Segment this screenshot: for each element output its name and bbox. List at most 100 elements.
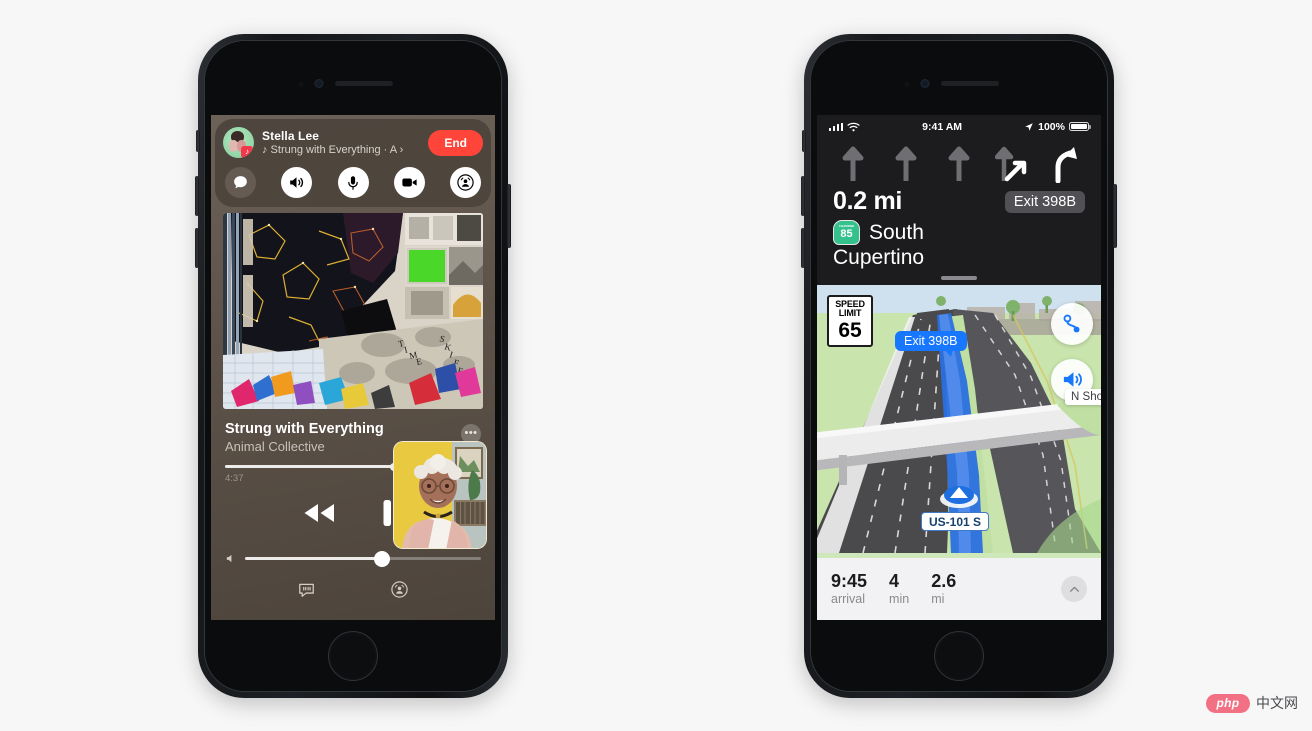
avatar: ♪ xyxy=(223,127,254,158)
power-button[interactable] xyxy=(507,184,511,248)
lane-straight-right xyxy=(992,141,1032,185)
lane-straight xyxy=(939,141,979,185)
location-arrow-icon xyxy=(1025,122,1033,131)
battery-icon xyxy=(1068,121,1091,132)
eta-duration-label: min xyxy=(889,591,910,606)
eta-arrival-label: arrival xyxy=(831,591,866,606)
earpiece-speaker xyxy=(335,81,393,86)
road-label: US-101 S xyxy=(921,512,990,531)
rewind-icon[interactable] xyxy=(302,502,336,529)
volume-down-button[interactable] xyxy=(801,228,805,268)
eta-distance-value: 2.6 xyxy=(931,571,957,592)
airplay-icon[interactable] xyxy=(390,580,409,604)
lane-guidance xyxy=(817,135,1101,185)
earpiece-speaker xyxy=(941,81,999,86)
video-camera-icon[interactable] xyxy=(393,167,425,198)
front-camera-icon xyxy=(920,79,930,88)
music-playing-screen: ♪ Stella Lee ♪ Strung with Everything · … xyxy=(211,115,495,620)
speaker-icon[interactable] xyxy=(281,167,313,198)
speed-limit-value: 65 xyxy=(838,318,862,342)
eta-distance-label: mi xyxy=(931,591,945,606)
battery-percent: 100% xyxy=(1038,120,1065,133)
front-camera-icon xyxy=(314,79,324,88)
eta-duration-value: 4 xyxy=(889,571,900,592)
route-overview-button[interactable] xyxy=(1051,302,1093,345)
eta-arrival: 9:45 arrival xyxy=(831,572,867,606)
proximity-sensor-icon xyxy=(904,82,910,87)
status-time: 9:41 AM xyxy=(922,120,963,133)
volume-slider[interactable] xyxy=(225,550,481,567)
phone-body-right: 9:41 AM 100% 0.2 mi Exit 398B CALIFORNIA… xyxy=(810,40,1108,692)
volume-knob[interactable] xyxy=(373,550,390,567)
route-direction: South xyxy=(869,220,924,244)
expand-chevron-icon[interactable] xyxy=(1061,576,1087,602)
lane-straight xyxy=(833,141,873,185)
facetime-controls-row xyxy=(223,167,483,198)
maps-navigation-screen: 9:41 AM 100% 0.2 mi Exit 398B CALIFORNIA… xyxy=(817,115,1101,620)
lane-straight xyxy=(886,141,926,185)
watermark: php 中文网 xyxy=(1206,693,1298,713)
top-bezel xyxy=(811,41,1107,115)
transport-controls xyxy=(211,441,495,549)
shareplay-subtitle: ♪ Strung with Everything · A › xyxy=(262,144,404,156)
mute-switch[interactable] xyxy=(196,130,200,152)
speed-limit-caption-2: LIMIT xyxy=(838,307,862,318)
facetime-banner: ♪ Stella Lee ♪ Strung with Everything · … xyxy=(215,119,491,207)
album-artwork: T I M E S K I F F S xyxy=(223,213,483,409)
screen-left: ♪ Stella Lee ♪ Strung with Everything · … xyxy=(211,115,495,620)
track-title: Strung with Everything xyxy=(225,421,384,437)
navigation-footer: 9:45 arrival 4 min 2.6 mi xyxy=(817,558,1101,620)
bottom-icon-row xyxy=(211,580,495,604)
street-label: N Sho xyxy=(1065,388,1101,405)
route-overview-icon xyxy=(1063,314,1080,332)
wifi-icon xyxy=(847,122,860,131)
volume-up-button[interactable] xyxy=(195,176,199,216)
bottom-bezel xyxy=(205,620,501,691)
map-view[interactable]: SPEED LIMIT 65 Exit 398B N Sho US-101 S xyxy=(817,284,1101,558)
messages-icon[interactable] xyxy=(225,167,256,198)
proximity-sensor-icon xyxy=(298,82,304,87)
top-bezel xyxy=(205,41,501,115)
route-shield-icon: CALIFORNIA 85 xyxy=(833,220,860,245)
music-note-badge-icon: ♪ xyxy=(241,146,253,158)
route-shield-state: CALIFORNIA xyxy=(838,224,855,229)
power-button[interactable] xyxy=(1113,184,1117,248)
facetime-pip-video[interactable] xyxy=(393,441,487,549)
phone-device-right: 9:41 AM 100% 0.2 mi Exit 398B CALIFORNIA… xyxy=(801,34,1117,698)
php-logo: php xyxy=(1206,693,1250,713)
elapsed-time: 4:37 xyxy=(225,473,244,484)
sheet-grabber[interactable] xyxy=(941,276,977,280)
volume-fill xyxy=(245,557,382,560)
audio-speaker-icon xyxy=(1063,372,1082,387)
watermark-text: 中文网 xyxy=(1256,695,1298,711)
lyrics-icon[interactable] xyxy=(297,580,316,604)
screen-right: 9:41 AM 100% 0.2 mi Exit 398B CALIFORNIA… xyxy=(817,115,1101,620)
eta-duration: 4 min xyxy=(889,572,909,606)
exit-badge: Exit 398B xyxy=(1004,190,1085,213)
eta-distance: 2.6 mi xyxy=(931,572,956,606)
status-bar: 9:41 AM 100% xyxy=(817,115,1101,135)
home-button[interactable] xyxy=(934,630,984,681)
volume-low-icon xyxy=(226,554,232,563)
navigation-instruction: 0.2 mi Exit 398B CALIFORNIA 85 South Cup… xyxy=(817,185,1101,285)
end-call-button[interactable]: End xyxy=(428,129,483,156)
volume-up-button[interactable] xyxy=(801,176,805,216)
route-shield-number: 85 xyxy=(840,227,853,240)
caller-name: Stella Lee xyxy=(262,129,320,143)
home-button[interactable] xyxy=(328,630,378,681)
phone-device-left: ♪ Stella Lee ♪ Strung with Everything · … xyxy=(195,34,511,698)
phone-body-left: ♪ Stella Lee ♪ Strung with Everything · … xyxy=(204,40,502,692)
shareplay-icon[interactable] xyxy=(450,167,481,198)
exit-callout: Exit 398B xyxy=(895,330,967,357)
signal-bars-icon xyxy=(829,122,844,131)
lane-right-exit xyxy=(1045,141,1085,185)
eta-group: 9:45 arrival 4 min 2.6 mi xyxy=(831,572,1061,606)
distance-to-maneuver: 0.2 mi xyxy=(833,187,903,215)
microphone-icon[interactable] xyxy=(337,167,369,198)
scrubber-fill xyxy=(225,465,394,468)
speed-limit-sign: SPEED LIMIT 65 xyxy=(827,294,873,347)
volume-down-button[interactable] xyxy=(195,228,199,268)
mute-switch[interactable] xyxy=(802,130,806,152)
user-location-puck xyxy=(939,475,979,515)
destination-name: Cupertino xyxy=(833,246,925,269)
